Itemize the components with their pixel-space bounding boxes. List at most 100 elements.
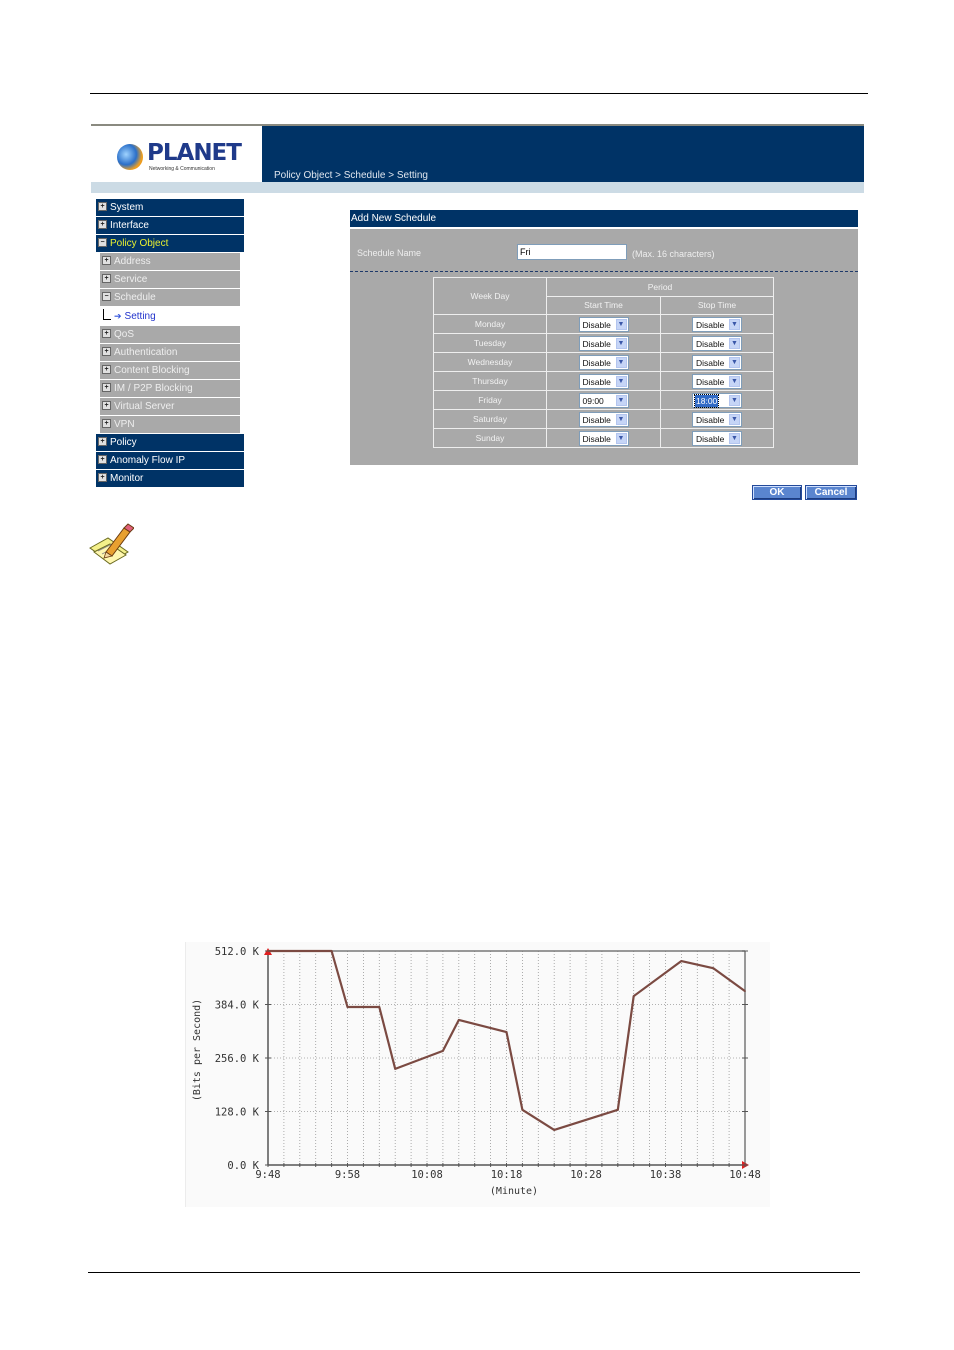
- x-axis-label: (Minute): [490, 1186, 538, 1197]
- chevron-down-icon[interactable]: ▼: [729, 318, 740, 330]
- sidebar-item-im-p2p-blocking[interactable]: + IM / P2P Blocking: [100, 380, 240, 397]
- start-time-value: Disable: [582, 357, 611, 368]
- sidebar-item-service[interactable]: + Service: [100, 271, 240, 288]
- stop-time-value: Disable: [696, 414, 725, 425]
- sidebar-item-qos[interactable]: + QoS: [100, 326, 240, 343]
- start-time-select[interactable]: Disable ▼: [578, 373, 629, 389]
- schedule-form: Schedule Name (Max. 16 characters) Week …: [350, 229, 858, 465]
- sidebar-item-vpn[interactable]: + VPN: [100, 416, 240, 433]
- start-time-select[interactable]: Disable ▼: [578, 411, 629, 427]
- data-point: [712, 967, 714, 969]
- chevron-down-icon[interactable]: ▼: [615, 337, 627, 349]
- data-point: [553, 1129, 555, 1131]
- stop-time-select[interactable]: Disable ▼: [692, 373, 742, 389]
- divider: [350, 271, 858, 272]
- sidebar-item-label: Policy: [110, 437, 137, 448]
- schedule-name-input[interactable]: [517, 244, 627, 260]
- start-time-select[interactable]: Disable ▼: [578, 335, 629, 351]
- chevron-down-icon[interactable]: ▼: [729, 375, 740, 387]
- chevron-down-icon[interactable]: ▼: [729, 356, 740, 368]
- stop-time-select[interactable]: Disable ▼: [692, 316, 742, 332]
- chevron-down-icon[interactable]: ▼: [615, 318, 627, 330]
- expand-plus-icon: +: [102, 273, 111, 283]
- sidebar-item-label: Virtual Server: [114, 401, 175, 412]
- start-time-cell: Disable ▼: [546, 371, 661, 391]
- stop-time-select[interactable]: Disable ▼: [692, 411, 742, 427]
- start-time-cell: Disable ▼: [546, 333, 661, 353]
- start-time-select[interactable]: 09:00 ▼: [578, 392, 629, 408]
- sidebar-item-schedule[interactable]: − Schedule: [100, 289, 240, 306]
- sidebar-item-setting[interactable]: ➔ Setting: [100, 307, 244, 325]
- chevron-down-icon[interactable]: ▼: [615, 413, 627, 425]
- x-tick-label: 10:18: [491, 1169, 523, 1181]
- weekday-cell: Friday: [433, 390, 547, 410]
- sidebar-item-address[interactable]: + Address: [100, 253, 240, 270]
- stop-time-cell: Disable ▼: [660, 314, 774, 334]
- sidebar-item-virtual-server[interactable]: + Virtual Server: [100, 398, 240, 415]
- globe-icon: [117, 144, 143, 170]
- start-time-select[interactable]: Disable ▼: [578, 316, 629, 332]
- start-time-value: Disable: [582, 376, 611, 387]
- sidebar-item-policy[interactable]: + Policy: [96, 434, 244, 451]
- x-tick-label: 9:48: [255, 1169, 280, 1181]
- page-bottom-rule: [88, 1272, 860, 1273]
- panel-title: Add New Schedule: [350, 210, 858, 227]
- sidebar-item-anomaly-flow-ip[interactable]: + Anomaly Flow IP: [96, 452, 244, 469]
- sidebar-item-label: QoS: [114, 329, 135, 340]
- stop-time-select[interactable]: Disable ▼: [692, 354, 742, 370]
- arrow-right-icon: ➔: [114, 311, 122, 321]
- data-point: [267, 950, 269, 952]
- schedule-row: Thursday Disable ▼ Disable ▼: [433, 371, 774, 391]
- start-time-cell: Disable ▼: [546, 409, 661, 429]
- ok-button[interactable]: OK: [752, 485, 802, 500]
- start-time-select[interactable]: Disable ▼: [578, 354, 629, 370]
- start-time-value: Disable: [582, 414, 611, 425]
- chevron-down-icon[interactable]: ▼: [729, 337, 740, 349]
- sidebar-item-content-blocking[interactable]: + Content Blocking: [100, 362, 240, 379]
- expand-plus-icon: +: [102, 328, 111, 338]
- weekday-cell: Wednesday: [433, 352, 547, 372]
- expand-plus-icon: +: [102, 364, 111, 374]
- col-start-header: Start Time: [546, 295, 661, 315]
- data-point: [346, 1006, 349, 1008]
- chevron-down-icon[interactable]: ▼: [729, 432, 740, 444]
- expand-plus-icon: +: [102, 346, 111, 356]
- chevron-down-icon[interactable]: ▼: [615, 356, 627, 368]
- stop-time-select[interactable]: Disable ▼: [692, 430, 742, 446]
- cancel-button[interactable]: Cancel: [805, 485, 857, 500]
- x-tick-label: 10:48: [729, 1169, 761, 1181]
- sidebar-item-monitor[interactable]: + Monitor: [96, 470, 244, 487]
- weekday-cell: Tuesday: [433, 333, 547, 353]
- chevron-down-icon[interactable]: ▼: [615, 375, 627, 387]
- schedule-row: Wednesday Disable ▼ Disable ▼: [433, 352, 774, 372]
- start-time-select[interactable]: Disable ▼: [578, 430, 629, 446]
- data-point: [394, 1068, 396, 1070]
- expand-plus-icon: +: [102, 400, 111, 410]
- sidebar-item-policy-object[interactable]: − Policy Object: [96, 235, 244, 252]
- data-point: [442, 1050, 444, 1052]
- chevron-down-icon[interactable]: ▼: [729, 394, 740, 406]
- sidebar-item-authentication[interactable]: + Authentication: [100, 344, 240, 361]
- chevron-down-icon[interactable]: ▼: [729, 413, 740, 425]
- sidebar-item-label: Setting: [124, 311, 156, 322]
- data-point: [458, 1019, 460, 1021]
- sidebar-item-system[interactable]: + System: [96, 199, 244, 216]
- data-point: [617, 1109, 619, 1111]
- collapse-minus-icon: −: [98, 237, 107, 247]
- chevron-down-icon[interactable]: ▼: [615, 394, 627, 406]
- sidebar-item-label: Content Blocking: [114, 365, 190, 376]
- stop-time-cell: Disable ▼: [660, 371, 774, 391]
- start-time-cell: 09:00 ▼: [546, 390, 661, 410]
- stop-time-select[interactable]: Disable ▼: [692, 335, 742, 351]
- y-tick-label: 512.0 K: [215, 946, 260, 958]
- sidebar-item-label: System: [110, 202, 144, 213]
- data-point: [521, 1109, 524, 1111]
- expand-plus-icon: +: [98, 219, 107, 229]
- data-point: [378, 1006, 381, 1008]
- sidebar-item-interface[interactable]: + Interface: [96, 217, 244, 234]
- sidebar-item-label: Anomaly Flow IP: [110, 455, 186, 466]
- chevron-down-icon[interactable]: ▼: [615, 432, 627, 444]
- stop-time-select[interactable]: 18:00 ▼: [692, 392, 742, 408]
- schedule-table: Week Day Period Start Time Stop Time Mon…: [433, 277, 774, 448]
- collapse-minus-icon: −: [102, 291, 111, 301]
